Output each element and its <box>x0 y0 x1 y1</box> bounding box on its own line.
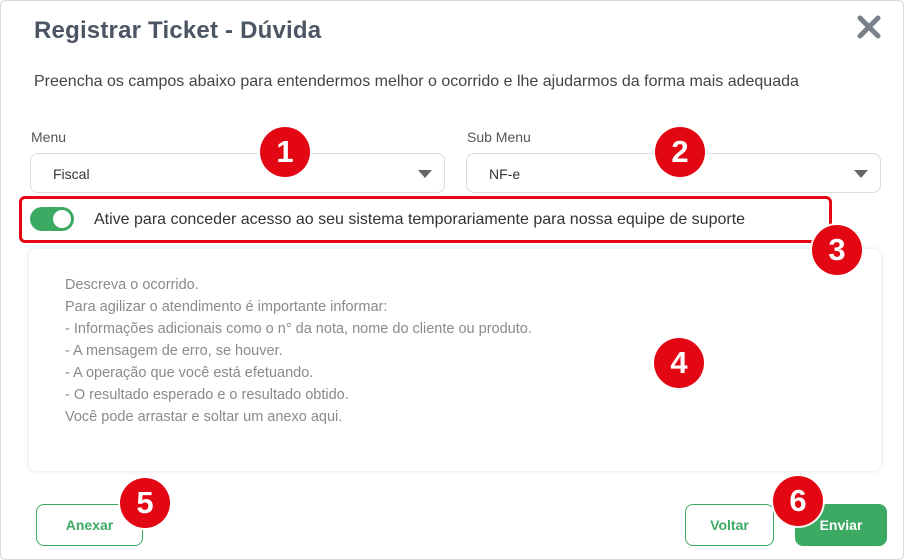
annotation-badge-1: 1 <box>260 127 310 177</box>
access-toggle-label: Ative para conceder acesso ao seu sistem… <box>94 211 746 228</box>
chevron-down-icon <box>854 170 868 178</box>
annotation-badge-4: 4 <box>654 338 704 388</box>
close-icon[interactable] <box>855 13 883 41</box>
placeholder-line: - A operação que você está efetuando. <box>65 365 314 381</box>
chevron-down-icon <box>418 170 432 178</box>
placeholder-line: Você pode arrastar e soltar um anexo aqu… <box>65 409 343 425</box>
annotation-badge-3: 3 <box>812 225 862 275</box>
placeholder-line: - A mensagem de erro, se houver. <box>65 343 283 359</box>
access-toggle[interactable] <box>30 207 74 231</box>
dialog-title: Registrar Ticket - Dúvida <box>34 17 322 44</box>
dialog-subtitle: Preencha os campos abaixo para entenderm… <box>34 73 799 90</box>
toggle-knob <box>53 210 71 228</box>
annotation-badge-6: 6 <box>773 476 823 526</box>
annotation-badge-2: 2 <box>655 127 705 177</box>
menu-select[interactable]: Fiscal <box>30 153 445 193</box>
placeholder-line: Para agilizar o atendimento é importante… <box>65 299 388 315</box>
back-button[interactable]: Voltar <box>685 504 774 546</box>
annotation-badge-5: 5 <box>120 478 170 528</box>
placeholder-line: - Informações adicionais como o n° da no… <box>65 321 532 337</box>
submenu-label: Sub Menu <box>467 129 531 145</box>
placeholder-line: Descreva o ocorrido. <box>65 277 199 293</box>
placeholder-line: - O resultado esperado e o resultado obt… <box>65 387 349 403</box>
menu-select-value: Fiscal <box>53 166 90 182</box>
submenu-select-value: NF-e <box>489 166 521 182</box>
ticket-dialog: Registrar Ticket - Dúvida Preencha os ca… <box>0 0 904 560</box>
menu-label: Menu <box>31 129 67 145</box>
description-textarea[interactable]: Descreva o ocorrido. Para agilizar o ate… <box>29 249 881 471</box>
